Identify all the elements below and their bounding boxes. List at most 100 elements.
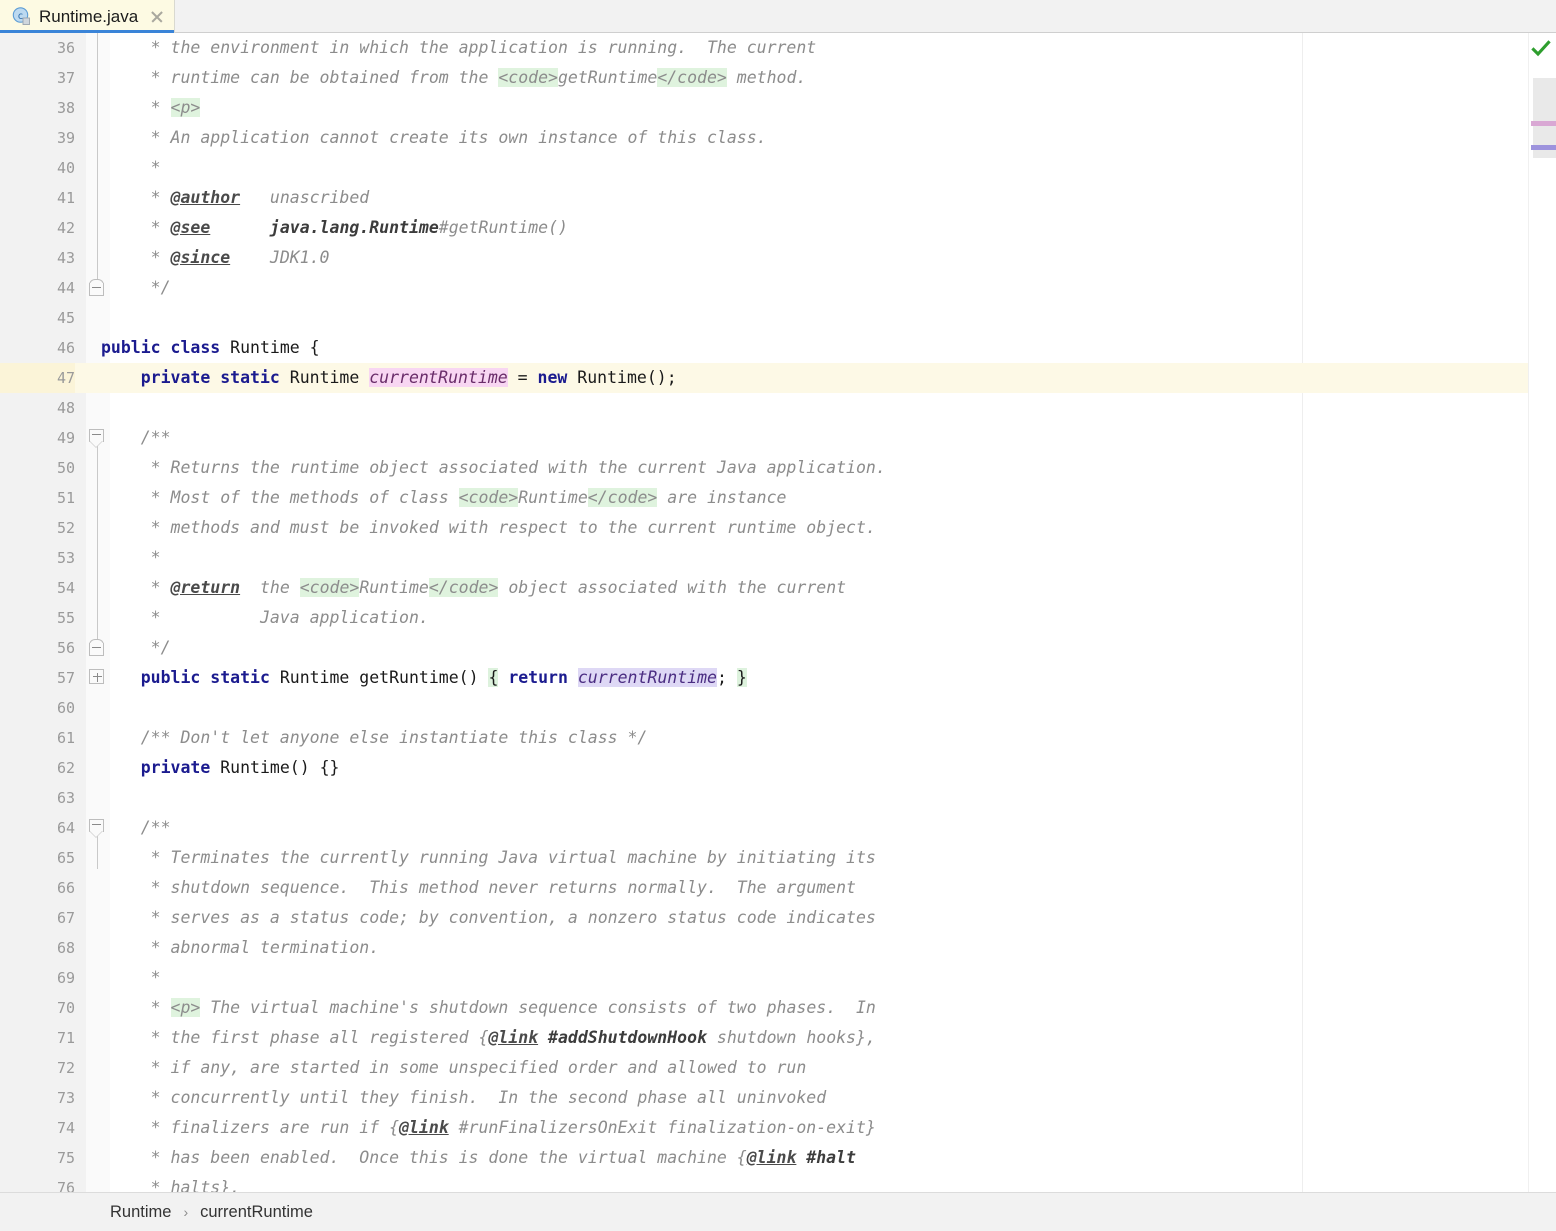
line-content[interactable]: * Terminates the currently running Java … [101, 843, 876, 873]
line-content[interactable]: * halts}. [101, 1173, 240, 1192]
line-content[interactable]: * Java application. [101, 603, 429, 633]
code-line-36[interactable]: 36 * the environment in which the applic… [0, 33, 1556, 63]
line-number[interactable]: 71 [0, 1023, 75, 1053]
line-content[interactable]: * finalizers are run if {@link #runFinal… [101, 1113, 876, 1143]
line-content[interactable]: private Runtime() {} [101, 753, 340, 783]
code-line-62[interactable]: 62 private Runtime() {} [0, 753, 1556, 783]
line-number[interactable]: 61 [0, 723, 75, 753]
code-line-50[interactable]: 50 * Returns the runtime object associat… [0, 453, 1556, 483]
line-number[interactable]: 66 [0, 873, 75, 903]
fold-toggle-line-56[interactable] [89, 639, 106, 656]
marker-usage-declaration[interactable] [1531, 121, 1556, 126]
code-line-42[interactable]: 42 * @see java.lang.Runtime#getRuntime() [0, 213, 1556, 243]
line-content[interactable]: private static Runtime currentRuntime = … [101, 363, 677, 393]
fold-toggle-line-64[interactable] [89, 819, 106, 838]
line-number[interactable]: 76 [0, 1173, 75, 1192]
code-line-51[interactable]: 51 * Most of the methods of class <code>… [0, 483, 1556, 513]
code-line-49[interactable]: 49 /** [0, 423, 1556, 453]
line-number[interactable]: 53 [0, 543, 75, 573]
line-number[interactable]: 42 [0, 213, 75, 243]
line-content[interactable]: /** Don't let anyone else instantiate th… [101, 723, 648, 753]
line-number[interactable]: 38 [0, 93, 75, 123]
code-line-69[interactable]: 69 * [0, 963, 1556, 993]
code-line-75[interactable]: 75 * has been enabled. Once this is done… [0, 1143, 1556, 1173]
line-content[interactable]: * shutdown sequence. This method never r… [101, 873, 856, 903]
line-content[interactable]: * runtime can be obtained from the <code… [101, 63, 806, 93]
code-line-44[interactable]: 44 */ [0, 273, 1556, 303]
line-number[interactable]: 69 [0, 963, 75, 993]
code-line-48[interactable]: 48 [0, 393, 1556, 423]
line-number[interactable]: 52 [0, 513, 75, 543]
line-content[interactable]: /** [101, 813, 171, 843]
line-content[interactable]: * [101, 543, 161, 573]
editor-tab-runtime-java[interactable]: c Runtime.java [0, 0, 176, 33]
collapse-fold-end-icon[interactable] [89, 279, 104, 296]
line-number[interactable]: 56 [0, 633, 75, 663]
line-content[interactable]: * methods and must be invoked with respe… [101, 513, 876, 543]
line-number[interactable]: 50 [0, 453, 75, 483]
fold-toggle-line-49[interactable] [89, 429, 106, 448]
code-line-41[interactable]: 41 * @author unascribed [0, 183, 1556, 213]
line-content[interactable]: * Returns the runtime object associated … [101, 453, 886, 483]
collapse-fold-start-icon[interactable] [89, 819, 104, 838]
line-number[interactable]: 36 [0, 33, 75, 63]
expand-fold-icon[interactable] [89, 669, 104, 684]
line-content[interactable]: * @return the <code>Runtime</code> objec… [101, 573, 846, 603]
line-number[interactable]: 43 [0, 243, 75, 273]
line-number[interactable]: 37 [0, 63, 75, 93]
code-line-63[interactable]: 63 [0, 783, 1556, 813]
line-number[interactable]: 75 [0, 1143, 75, 1173]
code-line-53[interactable]: 53 * [0, 543, 1556, 573]
line-content[interactable]: * <p> [101, 93, 201, 123]
line-number[interactable]: 41 [0, 183, 75, 213]
line-number[interactable]: 47 [0, 363, 75, 393]
code-line-40[interactable]: 40 * [0, 153, 1556, 183]
line-number[interactable]: 67 [0, 903, 75, 933]
line-content[interactable]: * Most of the methods of class <code>Run… [101, 483, 786, 513]
code-line-65[interactable]: 65 * Terminates the currently running Ja… [0, 843, 1556, 873]
code-line-56[interactable]: 56 */ [0, 633, 1556, 663]
breadcrumb[interactable]: Runtime › currentRuntime [0, 1192, 1556, 1231]
line-content[interactable]: public class Runtime { [101, 333, 320, 363]
line-content[interactable]: * @see java.lang.Runtime#getRuntime() [101, 213, 568, 243]
code-line-73[interactable]: 73 * concurrently until they finish. In … [0, 1083, 1556, 1113]
line-number[interactable]: 72 [0, 1053, 75, 1083]
line-content[interactable]: * the environment in which the applicati… [101, 33, 817, 63]
code-line-70[interactable]: 70 * <p> The virtual machine's shutdown … [0, 993, 1556, 1023]
marker-usage-read[interactable] [1531, 145, 1556, 150]
line-content[interactable]: */ [101, 273, 171, 303]
line-content[interactable]: * if any, are started in some unspecifie… [101, 1053, 807, 1083]
close-icon[interactable] [150, 10, 164, 24]
line-number[interactable]: 45 [0, 303, 75, 333]
code-line-72[interactable]: 72 * if any, are started in some unspeci… [0, 1053, 1556, 1083]
code-line-74[interactable]: 74 * finalizers are run if {@link #runFi… [0, 1113, 1556, 1143]
fold-toggle-line-57[interactable] [89, 669, 106, 686]
code-line-61[interactable]: 61 /** Don't let anyone else instantiate… [0, 723, 1556, 753]
code-line-71[interactable]: 71 * the first phase all registered {@li… [0, 1023, 1556, 1053]
fold-toggle-line-44[interactable] [89, 279, 106, 296]
line-content[interactable]: * @author unascribed [101, 183, 370, 213]
collapse-fold-end-icon[interactable] [89, 639, 104, 656]
error-stripe-marker-bar[interactable] [1528, 33, 1556, 1192]
code-line-46[interactable]: 46 public class Runtime { [0, 333, 1556, 363]
line-number[interactable]: 60 [0, 693, 75, 723]
code-line-45[interactable]: 45 [0, 303, 1556, 333]
line-content[interactable]: * abnormal termination. [101, 933, 380, 963]
line-content[interactable]: * serves as a status code; by convention… [101, 903, 876, 933]
line-number[interactable]: 51 [0, 483, 75, 513]
code-line-37[interactable]: 37 * runtime can be obtained from the <c… [0, 63, 1556, 93]
breadcrumb-item-field[interactable]: currentRuntime [200, 1203, 313, 1222]
code-editor[interactable]: 36 * the environment in which the applic… [0, 33, 1556, 1192]
code-line-52[interactable]: 52 * methods and must be invoked with re… [0, 513, 1556, 543]
line-number[interactable]: 46 [0, 333, 75, 363]
line-number[interactable]: 44 [0, 273, 75, 303]
breadcrumb-item-class[interactable]: Runtime [110, 1203, 171, 1222]
line-content[interactable]: * <p> The virtual machine's shutdown seq… [101, 993, 876, 1023]
line-content[interactable]: */ [101, 633, 171, 663]
line-number[interactable]: 73 [0, 1083, 75, 1113]
line-content[interactable]: * the first phase all registered {@link … [101, 1023, 876, 1053]
code-line-43[interactable]: 43 * @since JDK1.0 [0, 243, 1556, 273]
code-line-55[interactable]: 55 * Java application. [0, 603, 1556, 633]
line-content[interactable]: * [101, 153, 161, 183]
line-number[interactable]: 49 [0, 423, 75, 453]
